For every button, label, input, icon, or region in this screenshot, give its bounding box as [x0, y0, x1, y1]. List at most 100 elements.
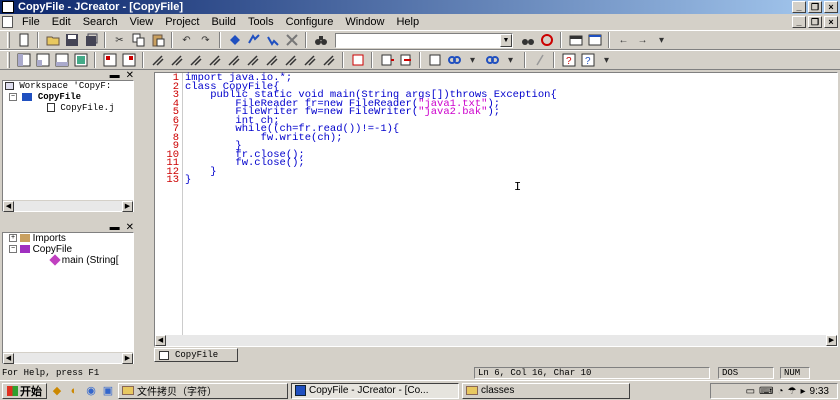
tray-antivirus-icon[interactable]: ☂ — [788, 386, 797, 397]
tray-network-icon[interactable]: ▭ — [746, 386, 755, 397]
scroll-right-icon[interactable]: ▶ — [122, 201, 133, 212]
output-view-icon[interactable] — [53, 52, 70, 68]
find-binoculars-icon[interactable] — [312, 32, 329, 48]
menu-build[interactable]: Build — [205, 14, 241, 30]
menu-view[interactable]: View — [124, 14, 160, 30]
workspace-root[interactable]: Workspace 'CopyF: — [3, 81, 133, 92]
step-into-icon[interactable] — [263, 52, 280, 68]
code-area[interactable]: import java.io.*; class CopyFile{ public … — [185, 73, 557, 186]
open-folder-icon[interactable] — [44, 32, 61, 48]
collapse-icon[interactable]: − — [9, 245, 17, 254]
class-node[interactable]: − CopyFile — [3, 244, 133, 255]
fullscreen-icon[interactable] — [72, 52, 89, 68]
paste-icon[interactable] — [149, 32, 166, 48]
imports-node[interactable]: + Imports — [3, 233, 133, 244]
cut-icon[interactable]: ✂ — [111, 32, 128, 48]
scroll-right-icon[interactable]: ▶ — [826, 335, 837, 346]
scroll-left-icon[interactable]: ◀ — [3, 201, 14, 212]
back-icon[interactable]: ← — [615, 32, 632, 48]
restore-button[interactable]: ❐ — [808, 1, 822, 13]
compile-file-icon[interactable] — [149, 52, 166, 68]
step-over-icon[interactable] — [282, 52, 299, 68]
show-window-icon[interactable] — [586, 32, 603, 48]
help-icon[interactable]: ? — [560, 52, 577, 68]
app-icon[interactable] — [2, 1, 14, 13]
chain-icon[interactable] — [483, 52, 500, 68]
debug-icon[interactable] — [225, 52, 242, 68]
menu-help[interactable]: Help — [390, 14, 425, 30]
file-node[interactable]: CopyFile.j — [3, 103, 133, 114]
tray-volume-icon[interactable]: ◔ — [777, 386, 783, 397]
start-button[interactable]: 开始 — [2, 382, 47, 399]
task-jcreator[interactable]: CopyFile - JCreator - [Co... — [291, 382, 459, 399]
toolbar-options-icon[interactable]: ▾ — [653, 32, 670, 48]
menu-project[interactable]: Project — [159, 14, 205, 30]
chain-dropdown-icon[interactable]: ▾ — [502, 52, 519, 68]
step-out-icon[interactable] — [301, 52, 318, 68]
link-icon[interactable] — [445, 52, 462, 68]
class-view-icon[interactable] — [34, 52, 51, 68]
bookmark-icon[interactable] — [226, 32, 243, 48]
tray-input-icon[interactable]: ⌨ — [759, 386, 773, 397]
collapse-icon[interactable]: − — [9, 92, 17, 101]
undo-icon[interactable]: ↶ — [178, 32, 195, 48]
doc-restore-button[interactable]: ❐ — [808, 16, 822, 28]
tray-arrow-icon[interactable]: ▸ — [801, 386, 806, 397]
save-icon[interactable] — [63, 32, 80, 48]
doc-minimize-button[interactable]: _ — [792, 16, 806, 28]
task-folder[interactable]: 文件拷贝（字符） — [118, 382, 288, 399]
toolbar-grip[interactable] — [7, 32, 10, 48]
chevron-down-icon[interactable]: ▼ — [500, 33, 512, 47]
forward-icon[interactable]: → — [634, 32, 651, 48]
toolbar2-options-icon[interactable]: ▾ — [598, 52, 615, 68]
execute-icon[interactable] — [206, 52, 223, 68]
code-line[interactable]: } — [185, 175, 557, 186]
project-node[interactable]: − CopyFile — [3, 92, 133, 103]
menu-search[interactable]: Search — [77, 14, 124, 30]
workspace-view-icon[interactable] — [15, 52, 32, 68]
document-tab[interactable]: CopyFile — [154, 348, 238, 362]
minimize-button[interactable]: _ — [792, 1, 806, 13]
toolbar-grip[interactable] — [7, 52, 10, 68]
show-output-icon[interactable] — [567, 32, 584, 48]
quicklaunch-ie-icon[interactable]: ◆ — [50, 384, 64, 398]
code-line[interactable]: fw.close(); — [185, 158, 557, 169]
quicklaunch-desktop-icon[interactable]: ▣ — [101, 384, 115, 398]
new-class-icon[interactable] — [101, 52, 118, 68]
expand-icon[interactable]: + — [9, 234, 17, 243]
workspace-hscroll[interactable]: ◀ ▶ — [3, 200, 133, 212]
classview-hscroll[interactable]: ◀ ▶ — [3, 352, 133, 364]
slash-icon[interactable] — [531, 52, 548, 68]
copy-icon[interactable] — [130, 32, 147, 48]
find-in-files-icon[interactable] — [519, 32, 536, 48]
quicklaunch-media-icon[interactable]: ◉ — [84, 384, 98, 398]
clock[interactable]: 9:33 — [810, 386, 829, 397]
context-help-icon[interactable]: ? — [579, 52, 596, 68]
menu-window[interactable]: Window — [339, 14, 390, 30]
menu-configure[interactable]: Configure — [280, 14, 340, 30]
close-button[interactable]: × — [824, 1, 838, 13]
task-classes[interactable]: classes — [462, 382, 630, 399]
doc-close-button[interactable]: × — [824, 16, 838, 28]
save-all-icon[interactable] — [82, 32, 99, 48]
run-to-cursor-icon[interactable] — [320, 52, 337, 68]
insert-file-icon[interactable] — [378, 52, 395, 68]
find-combo[interactable]: ▼ — [335, 32, 513, 48]
menu-tools[interactable]: Tools — [242, 14, 280, 30]
menu-file[interactable]: File — [16, 14, 46, 30]
scroll-right-icon[interactable]: ▶ — [122, 353, 133, 364]
bookmark-next-icon[interactable] — [245, 32, 262, 48]
menu-edit[interactable]: Edit — [46, 14, 77, 30]
method-node[interactable]: main (String[ — [3, 254, 133, 267]
quicklaunch-explorer-icon[interactable]: ◐ — [67, 384, 81, 398]
code-editor[interactable]: 1 2 3 4 5 6 7 8 9 10 11 12 13 import java.io.*; class… — [154, 72, 838, 347]
new-file-icon[interactable] — [15, 32, 32, 48]
editor-hscroll[interactable]: ◀ ▶ — [155, 335, 837, 346]
stop-icon[interactable] — [244, 52, 261, 68]
bookmark-prev-icon[interactable] — [264, 32, 281, 48]
set-active-project-icon[interactable] — [349, 52, 366, 68]
replace-icon[interactable] — [538, 32, 555, 48]
goto-icon[interactable] — [397, 52, 414, 68]
rebuild-icon[interactable] — [187, 52, 204, 68]
compile-project-icon[interactable] — [168, 52, 185, 68]
